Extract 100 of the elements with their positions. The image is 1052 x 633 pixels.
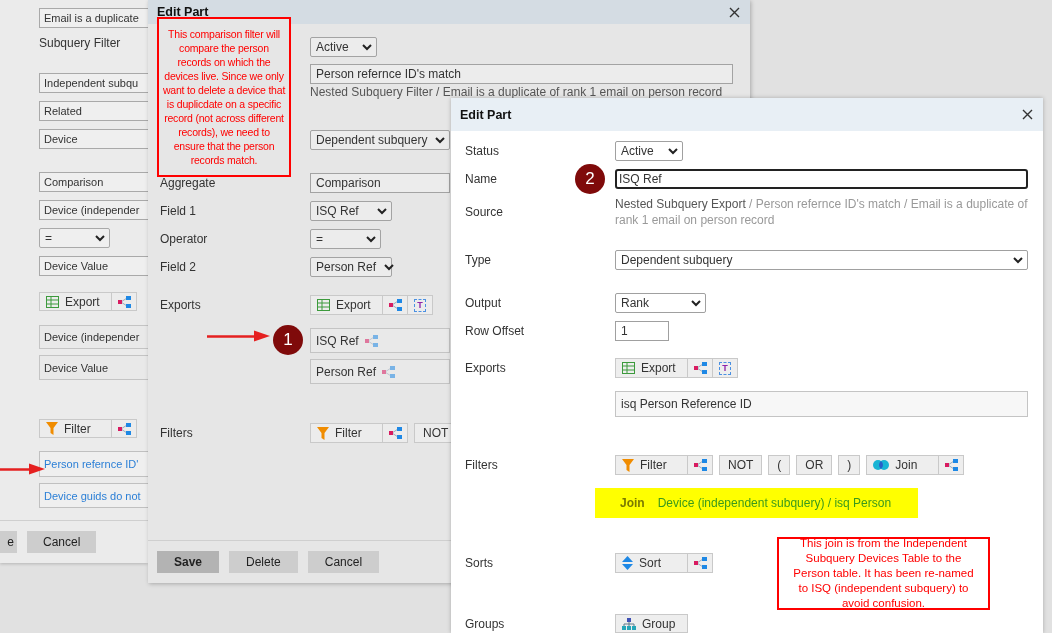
share-button[interactable] [687,455,713,475]
share-icon [117,422,131,435]
join-icon [873,460,890,470]
text-button[interactable]: T [712,358,738,378]
dropdown[interactable]: = [310,229,381,249]
filter-button[interactable]: Filter [39,419,112,438]
operator-button[interactable]: ) [838,455,861,475]
readonly-field[interactable]: Independent subqu [39,73,148,93]
share-button[interactable] [687,553,713,573]
text-button[interactable]: T [407,295,433,315]
readonly-field[interactable]: Related [39,101,148,121]
share-button[interactable] [382,295,408,315]
dialog-title: Edit Part [157,5,209,19]
dropdown[interactable]: Person Ref [310,257,392,277]
field-label: Field 2 [160,260,197,274]
dialog-button[interactable]: e [0,531,17,553]
section-label: Subquery Filter [39,36,121,50]
caret-icon [1013,256,1023,264]
share-icon [388,299,402,311]
hierarchy-icon [622,617,636,630]
readonly-field[interactable]: Comparison [39,172,148,192]
text-field[interactable]: 1 [615,321,669,341]
share-button[interactable] [382,423,408,443]
export-item[interactable]: ISQ Ref [310,328,450,353]
field-label: Filters [465,458,498,472]
operator-button[interactable]: ( [768,455,791,475]
step-badge: 2 [575,164,605,194]
sort-button[interactable]: Sort [615,553,688,573]
field-label: Aggregate [160,176,216,190]
text-field[interactable]: Person refernce ID's match [310,64,733,84]
caret-icon [384,263,395,271]
readonly-field[interactable]: Device Value [39,256,148,276]
field-label: Type [465,253,491,267]
filter-icon [317,426,329,440]
readonly-field[interactable]: Comparison [310,173,450,193]
filter-button[interactable]: Filter [615,455,688,475]
field-label: Status [465,144,500,158]
pointer-arrow [0,463,45,475]
share-button[interactable] [111,292,137,311]
share-icon [693,362,707,374]
readonly-field[interactable]: Email is a duplicate [39,8,148,28]
dropdown[interactable]: ISQ Ref [310,201,392,221]
operator-button[interactable]: NOT [719,455,763,475]
source-path: Nested Subquery Filter / Email is a duplicate of rank 1 email on person record [310,86,723,98]
share-button[interactable] [938,455,965,475]
filter-link[interactable]: Person refernce ID' [39,451,148,477]
export-button[interactable]: Export [615,358,688,378]
export-item[interactable]: Device Value [39,355,148,380]
dialog-button[interactable]: Save [157,551,220,573]
filter-link[interactable]: Device guids do not [39,483,148,508]
operator-button[interactable]: OR [796,455,833,475]
pointer-arrow [207,330,270,342]
filter-icon [46,422,58,435]
close-icon[interactable] [1022,109,1033,120]
join-label: Join [620,496,645,510]
dialog-button[interactable]: Cancel [307,551,380,573]
share-button[interactable] [687,358,713,378]
callout-note: This comparison filter will compare the person records on which the devices live. Since we only want to delete a device that is duplicdate on a specific record (not across different records), we need to ensure that the person records match. [157,17,291,177]
share-icon [388,427,402,439]
text-field[interactable]: ISQ Ref [615,169,1028,189]
dropdown[interactable]: Active [615,141,683,161]
share-icon [364,334,378,347]
caret-icon [366,235,376,243]
field-label: Name [465,172,497,186]
filter-icon [622,458,634,472]
caret-icon [377,207,387,215]
share-button[interactable] [111,419,137,438]
callout-note: This join is from the Independent Subquery Devices Table to the Person table. It has been re-named to ISQ (independent subquery) to avoid confusion. [777,537,990,610]
filter-button[interactable]: Filter [310,423,383,443]
group-button[interactable]: Group [615,614,688,633]
join-button[interactable]: Join [866,455,940,475]
caret-icon [362,43,372,51]
export-item[interactable]: Device (independer [39,325,148,349]
caret-icon [435,136,446,144]
field-label: Row Offset [465,324,525,338]
field-label: Filters [160,426,193,440]
caret-icon [95,234,105,242]
source-path: Nested Subquery Export / Person refernce ID's match / Email is a duplicate of rank 1 email on person record [615,196,1028,228]
export-button[interactable]: Export [310,295,383,315]
dialog-title: Edit Part [460,107,512,122]
readonly-field[interactable]: Device (independer [39,200,148,220]
field-label: Exports [465,361,506,375]
dialog-button[interactable]: Cancel [27,531,97,553]
share-icon [117,295,131,308]
dropdown[interactable]: Rank [615,293,706,313]
dialog-button[interactable]: Delete [229,551,298,573]
readonly-field[interactable]: Device [39,129,148,149]
field-label: Groups [465,616,505,631]
export-button[interactable]: Export [39,292,112,311]
dropdown[interactable]: Dependent subquery [310,130,450,150]
export-item[interactable]: isq Person Reference ID [615,391,1028,417]
caret-icon [668,147,678,155]
dropdown[interactable]: Active [310,37,377,57]
export-item[interactable]: Person Ref [310,359,450,384]
share-icon [382,365,396,378]
join-path: Device (independent subquery) / isq Person [657,496,892,510]
close-icon[interactable] [729,6,740,18]
dropdown[interactable]: = [39,228,110,248]
table-icon [317,299,330,311]
dropdown[interactable]: Dependent subquery [615,250,1028,270]
